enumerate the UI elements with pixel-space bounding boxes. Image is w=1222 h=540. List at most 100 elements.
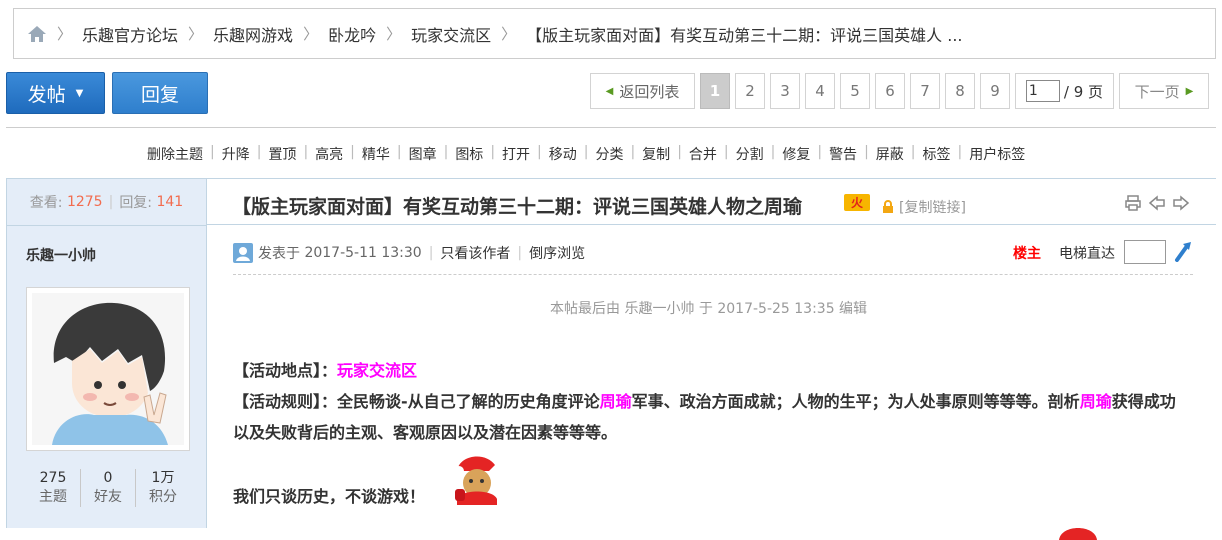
mod-action-15[interactable]: 屏蔽 — [869, 144, 911, 164]
only-author-link[interactable]: 只看该作者 — [440, 243, 510, 263]
replies-label: 回复: — [119, 195, 153, 211]
chevron-right-icon: ▶ — [1185, 85, 1194, 97]
reverse-order-link[interactable]: 倒序浏览 — [529, 243, 585, 263]
slogan-text: 我们只谈历史，不谈游戏！ — [233, 487, 426, 506]
breadcrumb-separator: 〉 — [188, 25, 204, 43]
new-post-label: 发帖 — [27, 83, 66, 106]
elevator-input[interactable] — [1124, 240, 1166, 264]
rules-text: 【活动规则】：全民畅谈-从自己了解的历史角度评论 — [233, 392, 600, 411]
location-link[interactable]: 玩家交流区 — [337, 361, 417, 380]
author-friends-label: 好友 — [94, 489, 122, 505]
author-name[interactable]: 乐趣一小帅 — [26, 245, 96, 265]
content-line: 【活动地点】：玩家交流区 — [233, 355, 1191, 386]
breadcrumb-item-forum[interactable]: 乐趣官方论坛 — [82, 22, 178, 46]
thread-stats: 查看: 1275 | 回复: 141 — [7, 179, 206, 226]
content-line: 【活动规则】：全民畅谈-从自己了解的历史角度评论周瑜军事、政治方面成就；人物的生… — [233, 386, 1191, 448]
mod-action-5[interactable]: 图章 — [402, 144, 444, 164]
mod-action-9[interactable]: 分类 — [588, 144, 630, 164]
page-link[interactable]: 7 — [910, 73, 940, 109]
page-link[interactable]: 5 — [840, 73, 870, 109]
home-icon[interactable] — [27, 25, 47, 43]
lock-icon — [883, 200, 893, 213]
christmas-emoticon-icon — [454, 456, 497, 505]
breadcrumb-item-thread[interactable]: 【版主玩家面对面】有奖互动第三十二期：评说三国英雄人 ... — [526, 22, 962, 46]
mod-action-0[interactable]: 删除主题 — [147, 144, 210, 164]
post-info: 发表于 2017-5-11 13:30 | 只看该作者 | 倒序浏览 — [233, 243, 585, 263]
elevator-label: 电梯直达 — [1059, 246, 1115, 262]
mod-action-11[interactable]: 合并 — [682, 144, 724, 164]
divider — [6, 127, 1216, 128]
page-link[interactable]: 3 — [770, 73, 800, 109]
back-to-list-button[interactable]: ◀ 返回列表 — [590, 73, 695, 109]
mod-action-1[interactable]: 升降 — [215, 144, 257, 164]
info-separator: | — [428, 245, 434, 261]
author-friends[interactable]: 0 好友 — [81, 469, 136, 507]
rules-text: 军事、政治方面成就；人物的生平；为人处事原则等等等。剖析 — [631, 392, 1080, 411]
new-post-button[interactable]: 发帖 ▼ — [6, 72, 105, 114]
previous-thread-icon[interactable] — [1148, 194, 1166, 212]
mod-action-12[interactable]: 分割 — [729, 144, 771, 164]
author-friends-value: 0 — [103, 470, 113, 486]
author-points[interactable]: 1万 积分 — [136, 469, 190, 507]
hot-badge-icon: 火 — [844, 194, 870, 211]
author-topics-label: 主题 — [39, 489, 67, 505]
breadcrumb-separator: 〉 — [57, 25, 73, 43]
mod-action-17[interactable]: 用户标签 — [962, 144, 1032, 164]
mod-action-14[interactable]: 警告 — [822, 144, 864, 164]
post-tools — [1124, 194, 1190, 212]
highlight-zhouyu[interactable]: 周瑜 — [600, 392, 632, 411]
breadcrumb-separator: 〉 — [386, 25, 402, 43]
post-title: 【版主玩家面对面】有奖互动第三十二期：评说三国英雄人物之周瑜 — [232, 196, 803, 218]
next-thread-icon[interactable] — [1172, 194, 1190, 212]
page-link[interactable]: 9 — [980, 73, 1010, 109]
mod-action-3[interactable]: 高亮 — [308, 144, 350, 164]
hot-badge-text: 火 — [851, 196, 864, 210]
page-link[interactable]: 2 — [735, 73, 765, 109]
reply-button[interactable]: 回复 — [112, 72, 208, 114]
next-page-button[interactable]: 下一页 ▶ — [1119, 73, 1209, 109]
author-points-value: 1万 — [151, 470, 175, 486]
mod-action-13[interactable]: 修复 — [775, 144, 817, 164]
edit-note: 本帖最后由 乐趣一小帅 于 2017-5-25 13:35 编辑 — [550, 301, 868, 317]
views-count: 1275 — [66, 194, 103, 210]
pager: ◀ 返回列表 1 2 3 4 5 6 7 8 9 1 / 9 页 下一页 ▶ — [590, 73, 1209, 109]
divider — [233, 274, 1193, 275]
page-jump: 1 / 9 页 — [1015, 73, 1114, 109]
content-spacer — [233, 448, 1191, 479]
floor-label: 楼主 — [1013, 246, 1041, 262]
print-icon[interactable] — [1124, 194, 1142, 212]
post-content: 【活动地点】：玩家交流区 【活动规则】：全民畅谈-从自己了解的历史角度评论周瑜军… — [233, 355, 1191, 512]
next-page-label: 下一页 — [1134, 82, 1180, 101]
mod-action-4[interactable]: 精华 — [355, 144, 397, 164]
location-label: 【活动地点】： — [233, 361, 338, 380]
breadcrumb-separator: 〉 — [303, 25, 319, 43]
page-total-label: / 9 页 — [1063, 82, 1104, 101]
avatar[interactable] — [26, 287, 190, 451]
page-link-current[interactable]: 1 — [700, 73, 730, 109]
reply-label: 回复 — [140, 83, 179, 106]
posted-prefix: 发表于 — [258, 246, 300, 262]
author-stats: 275 主题 0 好友 1万 积分 — [26, 469, 190, 507]
mod-action-10[interactable]: 复制 — [635, 144, 677, 164]
page-link[interactable]: 8 — [945, 73, 975, 109]
mod-action-8[interactable]: 移动 — [542, 144, 584, 164]
content-line: 我们只谈历史，不谈游戏！ — [233, 481, 1191, 512]
mod-action-7[interactable]: 打开 — [495, 144, 537, 164]
red-emoticon-icon — [1059, 528, 1097, 540]
copy-link-button[interactable]: [复制链接] — [899, 197, 966, 217]
page-link[interactable]: 4 — [805, 73, 835, 109]
elevator-go-icon[interactable] — [1173, 240, 1193, 262]
page-link[interactable]: 6 — [875, 73, 905, 109]
mod-action-16[interactable]: 标签 — [916, 144, 958, 164]
breadcrumb-item-exchange[interactable]: 玩家交流区 — [411, 22, 491, 46]
author-topics-value: 275 — [39, 470, 67, 486]
mod-action-2[interactable]: 置顶 — [261, 144, 303, 164]
author-topics[interactable]: 275 主题 — [26, 469, 81, 507]
breadcrumb-separator: 〉 — [501, 25, 517, 43]
mod-action-6[interactable]: 图标 — [448, 144, 490, 164]
breadcrumb-item-games[interactable]: 乐趣网游戏 — [213, 22, 293, 46]
breadcrumb-item-wolongyin[interactable]: 卧龙吟 — [328, 22, 376, 46]
breadcrumb: 〉 乐趣官方论坛 〉 乐趣网游戏 〉 卧龙吟 〉 玩家交流区 〉 【版主玩家面对… — [13, 8, 1216, 59]
page-jump-input[interactable]: 1 — [1025, 80, 1060, 102]
highlight-zhouyu[interactable]: 周瑜 — [1080, 392, 1112, 411]
